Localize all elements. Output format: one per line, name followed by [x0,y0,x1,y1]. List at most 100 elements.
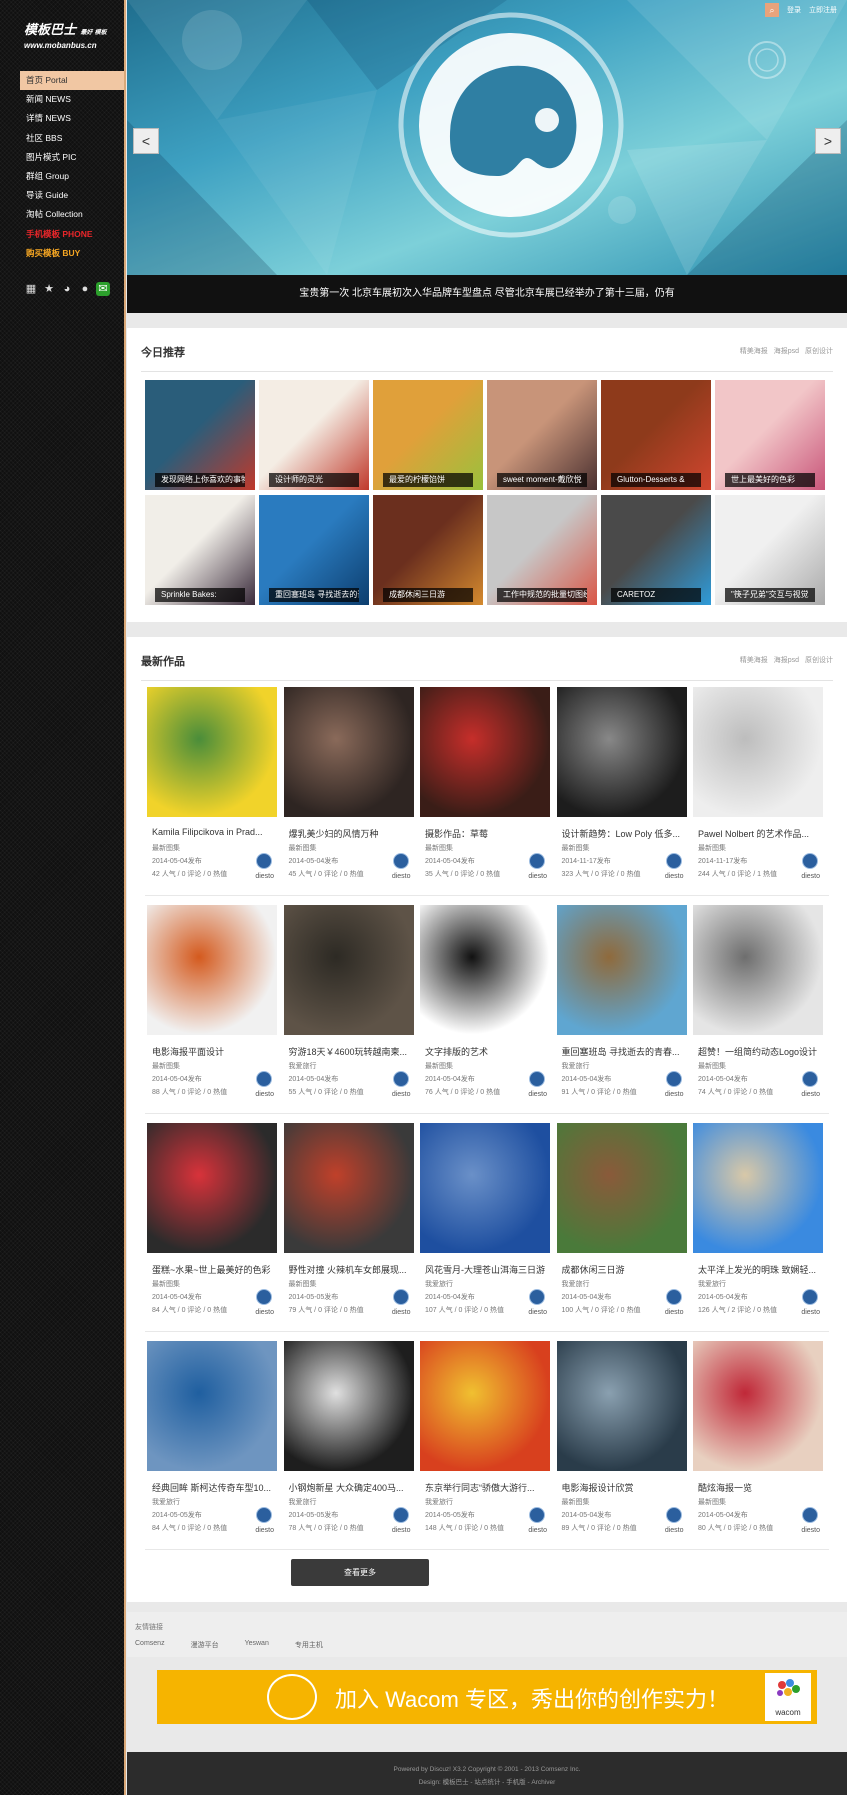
work-category[interactable]: 我爱旅行 [425,1279,453,1289]
work-thumbnail[interactable] [420,1341,550,1471]
work-author[interactable]: diesto [801,1527,820,1534]
work-title[interactable]: 重回塞班岛 寻找逝去的青春... [562,1045,684,1058]
avatar[interactable] [256,1071,272,1087]
friend-link[interactable]: Comsenz [135,1640,165,1650]
nav-item[interactable]: 新闻 NEWS [20,90,124,109]
recommend-item[interactable]: CARETOZ [601,495,711,605]
work-thumbnail[interactable] [556,905,687,1035]
work-title[interactable]: 穷游18天￥4600玩转越南柬... [289,1045,411,1058]
nav-item[interactable]: 社区 BBS [20,129,124,148]
wechat-icon[interactable]: ✉ [96,282,110,296]
recommend-item[interactable]: 成都休闲三日游 [373,495,483,605]
work-thumbnail[interactable] [147,1123,277,1253]
work-author[interactable]: diesto [665,873,684,880]
panel-tab-link[interactable]: 精美海报 [740,346,768,356]
nav-item[interactable]: 手机模板 PHONE [20,225,124,244]
avatar[interactable] [802,1507,818,1523]
work-card[interactable]: 设计新趋势：Low Poly 低多... 最新图集 2014-11-17发布 323 … [556,687,687,889]
work-category[interactable]: 最新图集 [289,843,317,853]
work-title[interactable]: 经典回眸 斯柯达传奇车型10... [152,1481,274,1494]
work-category[interactable]: 最新图集 [562,843,590,853]
work-thumbnail[interactable] [283,1341,414,1471]
slider-prev-button[interactable]: < [133,128,159,154]
avatar[interactable] [529,1071,545,1087]
work-card[interactable]: 文字排版的艺术 最新图集 2014-05-04发布 76 人气 / 0 评论 / 0 … [420,905,550,1107]
panel-tab-link[interactable]: 海报psd [774,346,799,356]
work-card[interactable]: 野性对撞 火辣机车女郎展现... 最新图集 2014-05-05发布 79 人气 / … [283,1123,414,1325]
work-category[interactable]: 最新图集 [289,1279,317,1289]
work-title[interactable]: 酷炫海报一览 [698,1481,820,1494]
friend-link[interactable]: Yeswan [245,1640,269,1650]
grid-icon[interactable]: ▦ [24,282,38,296]
work-category[interactable]: 我爱旅行 [425,1497,453,1507]
work-card[interactable]: 超赞！一组简约动态Logo设计 最新图集 2014-05-04发布 74 人气 / 0… [693,905,823,1107]
avatar[interactable] [665,1507,682,1523]
avatar[interactable] [802,1071,818,1087]
avatar[interactable] [392,853,409,869]
work-author[interactable]: diesto [528,1527,547,1534]
work-card[interactable]: Pawel Nolbert 的艺术作品... 最新图集 2014-11-17发布 24… [693,687,823,889]
work-thumbnail[interactable] [283,687,414,817]
work-title[interactable]: 蛋糕~水果~世上最美好的色彩 [152,1263,274,1276]
star-icon[interactable]: ★ [42,282,56,296]
work-category[interactable]: 最新图集 [152,1279,180,1289]
work-author[interactable]: diesto [255,873,274,880]
work-title[interactable]: 设计新趋势：Low Poly 低多... [562,827,684,840]
work-author[interactable]: diesto [392,1091,411,1098]
work-author[interactable]: diesto [528,873,547,880]
work-author[interactable]: diesto [665,1091,684,1098]
work-category[interactable]: 最新图集 [152,1061,180,1071]
work-card[interactable]: 穷游18天￥4600玩转越南柬... 我爱旅行 2014-05-04发布 55 人气 … [283,905,414,1107]
panel-tab-link[interactable]: 海报psd [774,655,799,665]
wacom-banner[interactable]: 加入 Wacom 专区，秀出你的创作实力！ wacom [157,1670,817,1724]
work-title[interactable]: 成都休闲三日游 [562,1263,684,1276]
work-author[interactable]: diesto [392,1527,411,1534]
qq-icon[interactable]: ● [78,282,92,296]
work-category[interactable]: 最新图集 [152,843,180,853]
work-author[interactable]: diesto [801,1091,820,1098]
work-title[interactable]: 小钢炮新星 大众确定400马... [289,1481,411,1494]
work-thumbnail[interactable] [147,905,277,1035]
load-more-button[interactable]: 查看更多 [291,1559,429,1586]
work-card[interactable]: 太平洋上发光的明珠 致娴轻... 我爱旅行 2014-05-04发布 126 人气 /… [693,1123,823,1325]
work-card[interactable]: 电影海报设计欣赏 最新图集 2014-05-04发布 89 人气 / 0 评论 / 0… [556,1341,687,1543]
work-title[interactable]: Pawel Nolbert 的艺术作品... [698,827,820,840]
recommend-item[interactable]: 发现网络上你喜欢的事物 [145,380,255,490]
work-author[interactable]: diesto [801,873,820,880]
work-category[interactable]: 我爱旅行 [698,1279,726,1289]
work-title[interactable]: 文字排版的艺术 [425,1045,547,1058]
work-thumbnail[interactable] [693,1341,823,1471]
work-card[interactable]: 东京举行同志“骄傲大游行... 我爱旅行 2014-05-05发布 148 人气 / … [420,1341,550,1543]
work-card[interactable]: 小钢炮新星 大众确定400马... 我爱旅行 2014-05-05发布 78 人气 /… [283,1341,414,1543]
work-category[interactable]: 最新图集 [425,1061,453,1071]
nav-item[interactable]: 图片模式 PIC [20,148,124,167]
recommend-item[interactable]: 设计师的灵光 [259,380,369,490]
recommend-item[interactable]: "筷子兄弟"交互与视觉 [715,495,825,605]
recommend-item[interactable]: 最爱的柠檬馅饼 [373,380,483,490]
work-title[interactable]: 超赞！一组简约动态Logo设计 [698,1045,820,1058]
panel-tab-link[interactable]: 精美海报 [740,655,768,665]
panel-tab-link[interactable]: 原创设计 [805,655,833,665]
register-link[interactable]: 立即注册 [809,5,837,15]
work-card[interactable]: 酷炫海报一览 最新图集 2014-05-04发布 80 人气 / 0 评论 / 0 热… [693,1341,823,1543]
work-title[interactable]: 太平洋上发光的明珠 致娴轻... [698,1263,820,1276]
recommend-item[interactable]: 工作中规范的批量切图经 [487,495,597,605]
footer-links[interactable]: Design: 模板巴士 - 站点统计 - 手机版 - Archiver [127,1776,847,1786]
work-category[interactable]: 最新图集 [562,1497,590,1507]
work-title[interactable]: 电影海报设计欣赏 [562,1481,684,1494]
work-title[interactable]: 电影海报平面设计 [152,1045,274,1058]
work-title[interactable]: 摄影作品：草莓 [425,827,547,840]
work-card[interactable]: 摄影作品：草莓 最新图集 2014-05-04发布 35 人气 / 0 评论 / 0 … [420,687,550,889]
work-category[interactable]: 我爱旅行 [289,1497,317,1507]
nav-item[interactable]: 导读 Guide [20,186,124,205]
friend-link[interactable]: 漫游平台 [191,1640,219,1650]
avatar[interactable] [256,1289,272,1305]
work-category[interactable]: 最新图集 [698,843,726,853]
work-category[interactable]: 我爱旅行 [562,1279,590,1289]
work-card[interactable]: 风花雪月-大理苍山洱海三日游 我爱旅行 2014-05-04发布 107 人气 / 0… [420,1123,550,1325]
avatar[interactable] [665,1071,682,1087]
avatar[interactable] [665,1289,682,1305]
work-author[interactable]: diesto [392,873,411,880]
avatar[interactable] [802,1289,818,1305]
work-card[interactable]: 蛋糕~水果~世上最美好的色彩 最新图集 2014-05-04发布 84 人气 / 0 … [147,1123,277,1325]
